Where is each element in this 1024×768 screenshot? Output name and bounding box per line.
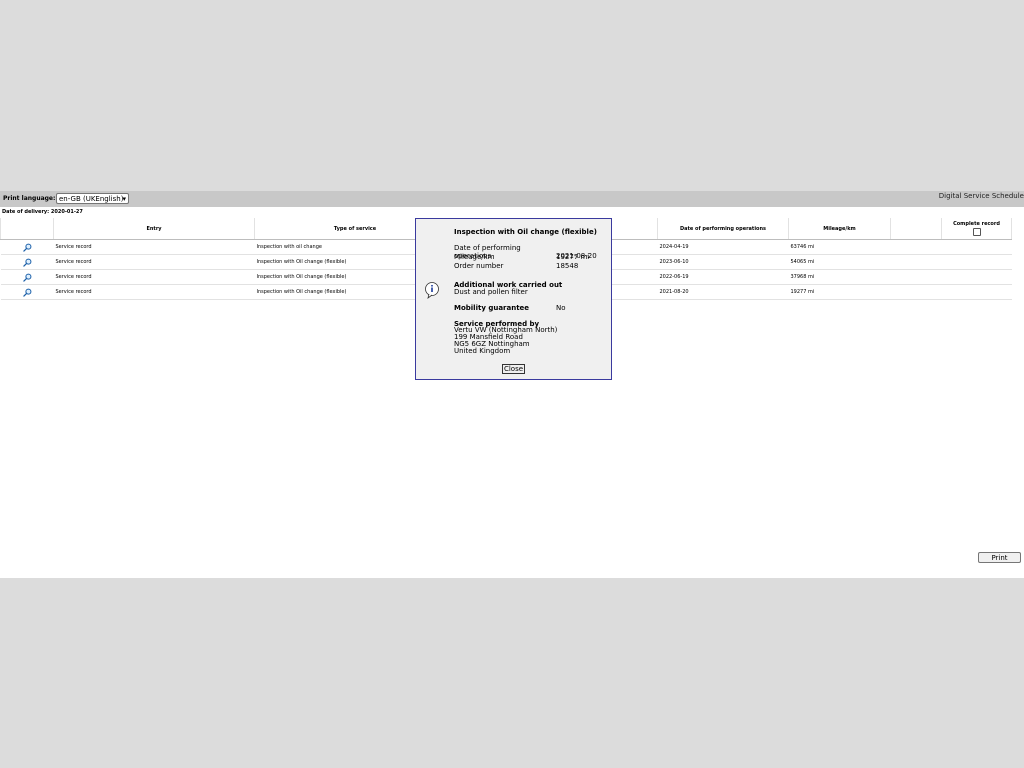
entry-cell: Service record: [53, 284, 255, 300]
delivery-date: Date of delivery: 2020-01-27: [2, 209, 83, 215]
header-date: Date of performing operations: [657, 218, 789, 240]
date-cell: 2023-06-10: [657, 254, 789, 270]
popup-address-line-4: United Kingdom: [454, 347, 511, 355]
magnifier-icon: [22, 243, 32, 252]
complete-record-checkbox[interactable]: [972, 228, 981, 236]
complete-record-label: Complete record: [953, 221, 1000, 227]
popup-order-row: Order number 18548: [454, 262, 578, 270]
print-button[interactable]: Print: [978, 552, 1021, 563]
header-mileage: Mileage/km: [788, 218, 891, 240]
complete-record-cell: [941, 284, 1012, 300]
chevron-down-icon: ▾: [122, 195, 126, 203]
mileage-cell: 63746 mi: [788, 239, 891, 255]
popup-additional-text: Dust and pollen filter: [454, 288, 528, 296]
view-record-button[interactable]: [0, 269, 54, 285]
popup-order-value: 18548: [556, 262, 579, 270]
blank-cell-2: [890, 284, 942, 300]
print-language-label: Print language:: [3, 195, 56, 202]
entry-cell: Service record: [53, 254, 255, 270]
header-icon-col: [0, 218, 54, 240]
popup-mileage-row: Mileage/km 19277 mi: [454, 253, 589, 261]
header-entry: Entry: [53, 218, 255, 240]
magnifier-icon: [22, 288, 32, 297]
date-cell: 2024-04-19: [657, 239, 789, 255]
header-complete-record: Complete record: [941, 218, 1012, 240]
blank-cell-2: [890, 269, 942, 285]
top-toolbar: Print language: en-GB (UKEnglish) ▾ Digi…: [0, 191, 1024, 207]
magnifier-icon: [22, 273, 32, 282]
popup-title: Inspection with Oil change (flexible): [454, 228, 597, 236]
mileage-cell: 54065 mi: [788, 254, 891, 270]
info-icon: [425, 282, 439, 299]
print-language-select[interactable]: en-GB (UKEnglish) ▾: [56, 193, 129, 204]
mileage-cell: 37968 mi: [788, 269, 891, 285]
magnifier-icon: [22, 258, 32, 267]
complete-record-cell: [941, 254, 1012, 270]
date-cell: 2021-08-20: [657, 284, 789, 300]
mileage-cell: 19277 mi: [788, 284, 891, 300]
date-cell: 2022-06-19: [657, 269, 789, 285]
popup-mobility-label: Mobility guarantee: [454, 304, 530, 312]
app-title: Digital Service Schedule: [938, 192, 1024, 200]
view-record-button[interactable]: [0, 284, 54, 300]
blank-cell-2: [890, 254, 942, 270]
popup-mobility-value: No: [556, 304, 566, 312]
header-blank-2: [890, 218, 942, 240]
view-record-button[interactable]: [0, 239, 54, 255]
popup-order-label: Order number: [454, 262, 504, 270]
print-language-value: en-GB (UKEnglish): [59, 195, 124, 203]
entry-cell: Service record: [53, 239, 255, 255]
entry-cell: Service record: [53, 269, 255, 285]
popup-mobility-row: Mobility guarantee No: [454, 304, 566, 312]
complete-record-cell: [941, 269, 1012, 285]
view-record-button[interactable]: [0, 254, 54, 270]
popup-mileage-label: Mileage/km: [454, 253, 495, 261]
popup-mileage-value: 19277 mi: [556, 253, 590, 261]
complete-record-cell: [941, 239, 1012, 255]
service-detail-popup: Inspection with Oil change (flexible) Da…: [415, 218, 612, 380]
blank-cell-2: [890, 239, 942, 255]
close-button[interactable]: Close: [502, 364, 525, 374]
